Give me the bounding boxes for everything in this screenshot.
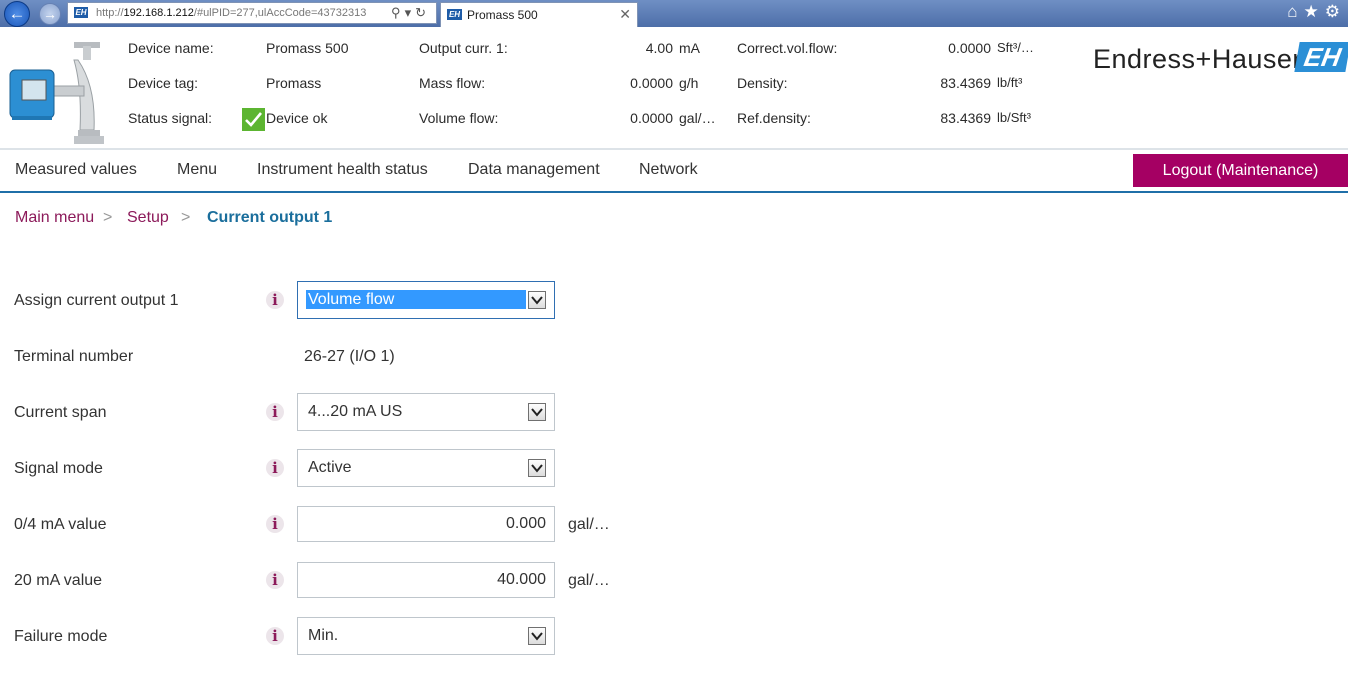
corrected-vol-flow-label: Correct.vol.flow:	[737, 40, 838, 56]
address-actions: ⚲▾↻	[391, 5, 430, 21]
ma-0-4-value-label: 0/4 mA value	[14, 516, 107, 533]
tab-favicon-icon: EH	[447, 9, 462, 20]
logout-button[interactable]: Logout (Maintenance)	[1133, 154, 1348, 187]
chevron-down-icon[interactable]	[528, 627, 546, 645]
terminal-number-value: 26-27 (I/O 1)	[304, 348, 395, 365]
favorites-star-icon[interactable]: ★	[1304, 2, 1325, 21]
ma-20-value-input[interactable]	[298, 563, 554, 597]
corrected-vol-flow-unit: Sft³/…	[997, 40, 1034, 55]
breadcrumb-setup[interactable]: Setup	[127, 209, 169, 227]
info-icon[interactable]: i	[266, 515, 284, 533]
breadcrumb-separator: >	[181, 209, 191, 226]
signal-mode-label: Signal mode	[14, 460, 103, 477]
signal-mode-value: Active	[308, 459, 352, 476]
device-tag-value: Promass	[266, 75, 322, 91]
home-icon[interactable]: ⌂	[1287, 2, 1303, 21]
info-icon[interactable]: i	[266, 403, 284, 421]
device-tag-label: Device tag:	[128, 75, 199, 91]
chevron-down-icon[interactable]	[528, 291, 546, 309]
device-name-value: Promass 500	[266, 40, 349, 56]
output-curr-unit: mA	[679, 40, 700, 56]
current-span-value: 4...20 mA US	[308, 403, 403, 420]
nav-instrument-health-status[interactable]: Instrument health status	[257, 161, 428, 179]
ma-20-value-field[interactable]	[297, 562, 555, 598]
tab-title: Promass 500	[467, 8, 538, 22]
breadcrumb-main-menu[interactable]: Main menu	[15, 209, 94, 227]
status-signal-value: Device ok	[266, 110, 328, 126]
mass-flow-value: 0.0000	[630, 75, 673, 91]
nav-measured-values[interactable]: Measured values	[15, 161, 137, 179]
info-icon[interactable]: i	[266, 571, 284, 589]
brand-logo-text: Endress+Hauser	[1093, 44, 1302, 74]
brand-logo-icon: EH	[1294, 42, 1348, 72]
status-signal-label: Status signal:	[128, 110, 213, 126]
terminal-number-label: Terminal number	[14, 348, 134, 365]
browser-tab[interactable]: EH Promass 500 ✕	[440, 2, 638, 27]
close-tab-icon[interactable]: ✕	[619, 6, 631, 23]
corrected-vol-flow-value: 0.0000	[948, 40, 991, 56]
volume-flow-value: 0.0000	[630, 110, 673, 126]
nav-network[interactable]: Network	[639, 161, 698, 179]
current-span-select[interactable]: 4...20 mA US	[297, 393, 555, 431]
ma-0-4-value-field[interactable]	[297, 506, 555, 542]
ma-0-4-unit: gal/…	[568, 516, 610, 533]
assign-output-select[interactable]: Volume flow	[297, 281, 555, 319]
density-unit: lb/ft³	[997, 75, 1023, 90]
device-image	[9, 42, 104, 144]
ma-20-unit: gal/…	[568, 572, 610, 589]
chevron-down-icon[interactable]	[528, 403, 546, 421]
assign-output-label: Assign current output 1	[14, 292, 179, 309]
volume-flow-unit: gal/…	[679, 110, 716, 126]
nav-divider	[0, 191, 1348, 193]
breadcrumb-separator: >	[103, 209, 113, 226]
failure-mode-label: Failure mode	[14, 628, 108, 645]
info-icon[interactable]: i	[266, 291, 284, 309]
settings-gear-icon[interactable]: ⚙	[1325, 2, 1346, 21]
browser-actions: ⌂★⚙	[1287, 2, 1346, 22]
assign-output-value: Volume flow	[306, 290, 526, 309]
ref-density-value: 83.4369	[940, 110, 991, 126]
mass-flow-unit: g/h	[679, 75, 699, 91]
failure-mode-value: Min.	[308, 627, 339, 644]
info-icon[interactable]: i	[266, 627, 284, 645]
ma-20-value-label: 20 mA value	[14, 572, 103, 589]
nav-data-management[interactable]: Data management	[468, 161, 600, 179]
browser-toolbar: ← → EH http://192.168.1.212/#ulPID=277,u…	[0, 0, 1348, 27]
density-label: Density:	[737, 75, 788, 91]
signal-mode-select[interactable]: Active	[297, 449, 555, 487]
dropdown-icon[interactable]: ▾	[405, 5, 416, 20]
info-icon[interactable]: i	[266, 459, 284, 477]
device-name-label: Device name:	[128, 40, 214, 56]
address-bar[interactable]: EH http://192.168.1.212/#ulPID=277,ulAcc…	[67, 2, 437, 24]
mass-flow-label: Mass flow:	[419, 75, 486, 91]
refresh-icon[interactable]: ↻	[415, 5, 430, 20]
current-span-label: Current span	[14, 404, 107, 421]
density-value: 83.4369	[940, 75, 991, 91]
address-url: http://192.168.1.212/#ulPID=277,ulAccCod…	[96, 7, 367, 19]
chevron-down-icon[interactable]	[528, 459, 546, 477]
breadcrumb-current: Current output 1	[207, 209, 333, 226]
site-favicon-icon: EH	[74, 7, 88, 18]
ma-0-4-value-input[interactable]	[298, 507, 554, 541]
header-divider	[0, 148, 1348, 150]
failure-mode-select[interactable]: Min.	[297, 617, 555, 655]
ref-density-unit: lb/Sft³	[997, 110, 1031, 125]
output-curr-label: Output curr. 1:	[419, 40, 508, 56]
forward-button[interactable]: →	[39, 3, 61, 25]
ref-density-label: Ref.density:	[737, 110, 811, 126]
status-ok-check-icon	[242, 108, 265, 131]
search-icon[interactable]: ⚲	[391, 5, 405, 20]
back-button[interactable]: ←	[4, 1, 30, 27]
nav-menu[interactable]: Menu	[177, 161, 217, 179]
volume-flow-label: Volume flow:	[419, 110, 499, 126]
output-curr-value: 4.00	[645, 40, 673, 56]
